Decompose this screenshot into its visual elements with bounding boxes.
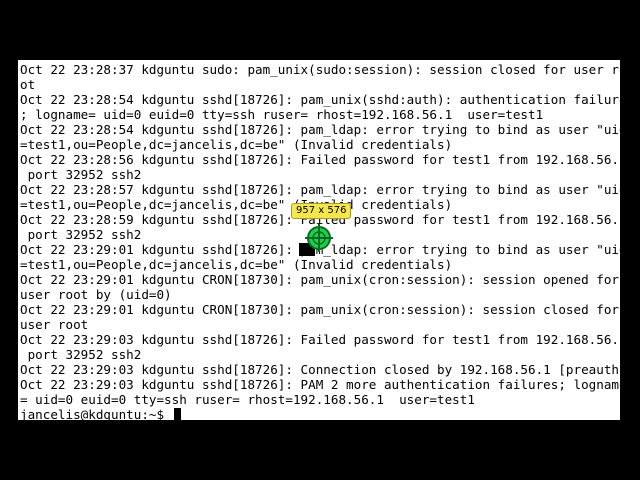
terminal-line: port 32952 ssh2 [20,347,142,362]
terminal-line: =test1,ou=People,dc=jancelis,dc=be" (Inv… [20,257,453,272]
terminal-prompt: jancelis@kdguntu:~$ [20,407,172,420]
crosshair-icon [305,224,333,252]
terminal-line: Oct 22 23:29:03 kdguntu sshd[18726]: Fai… [20,332,620,347]
terminal-line: Oct 22 23:28:57 kdguntu sshd[18726]: pam… [20,182,620,197]
terminal-line: Oct 22 23:29:03 kdguntu sshd[18726]: PAM… [20,377,620,392]
selection-size-badge: 957 x 576 [291,203,352,219]
terminal-prompt-line[interactable]: jancelis@kdguntu:~$ [20,407,620,420]
terminal-line: =test1,ou=People,dc=jancelis,dc=be" (Inv… [20,137,453,152]
terminal-line: Oct 22 23:29:01 kdguntu CRON[18730]: pam… [20,302,619,317]
terminal-line: user root by (uid=0) [20,287,172,302]
terminal-line: Oct 22 23:29:01 kdguntu CRON[18730]: pam… [20,272,619,287]
terminal-line: Oct 22 23:28:54 kdguntu sshd[18726]: pam… [20,92,620,107]
terminal-line: user root [20,317,89,332]
terminal-line: Oct 22 23:29:03 kdguntu sshd[18726]: Con… [20,362,620,377]
text-cursor [173,408,181,420]
terminal-line: Oct 22 23:28:54 kdguntu sshd[18726]: pam… [20,122,620,137]
terminal-line: ; logname= uid=0 euid=0 tty=ssh ruser= r… [20,107,544,122]
terminal-line: Oct 22 23:28:37 kdguntu sudo: pam_unix(s… [20,62,620,77]
terminal-line: Oct 22 23:28:56 kdguntu sshd[18726]: Fai… [20,152,620,167]
terminal-line: = uid=0 euid=0 tty=ssh ruser= rhost=192.… [20,392,475,407]
terminal-window[interactable]: Oct 22 23:28:37 kdguntu sudo: pam_unix(s… [18,60,620,420]
terminal-line: ot [20,77,36,92]
terminal-line: port 32952 ssh2 [20,167,142,182]
